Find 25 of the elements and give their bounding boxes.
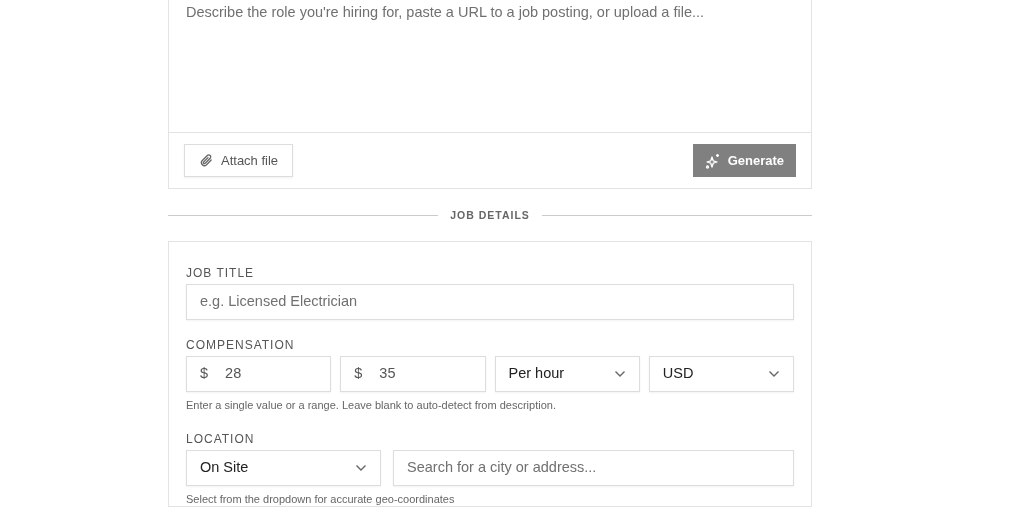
text-field[interactable]: e.g. Licensed Electrician [186,284,794,320]
dropdown[interactable]: USD [648,356,794,392]
text-input[interactable]: e.g. Licensed Electrician [200,291,780,313]
search-field[interactable]: Search for a city or address... [393,450,794,486]
chevron-down-icon [768,370,780,378]
help-text: Enter a single value or a range. Leave blank to auto-detect from description. [186,399,557,412]
field-label: COMPENSATION [186,339,296,351]
help-text: Select from the dropdown for accurate geo-coordinates [186,493,456,506]
section-heading: JOB DETAILS [450,209,530,221]
currency-prefix: $ [354,364,363,384]
currency-prefix: $ [200,364,209,384]
paperclip-icon [199,153,214,168]
chevron-down-icon [355,464,367,472]
dropdown[interactable]: On Site [186,450,381,486]
sparkles-icon [704,152,721,169]
dropdown[interactable]: Per hour [494,356,640,392]
text-input[interactable]: Search for a city or address... [407,457,780,479]
text-field[interactable]: $ 35 [340,356,486,392]
field-label: LOCATION [186,433,256,445]
attach-file-button[interactable]: Attach file [184,144,294,177]
amount-input[interactable]: 28 [225,363,318,385]
chevron-down-icon [613,370,626,378]
amount-input[interactable]: 35 [379,363,472,385]
text-field[interactable]: $ 28 [186,356,332,392]
field-label: JOB TITLE [186,267,256,279]
